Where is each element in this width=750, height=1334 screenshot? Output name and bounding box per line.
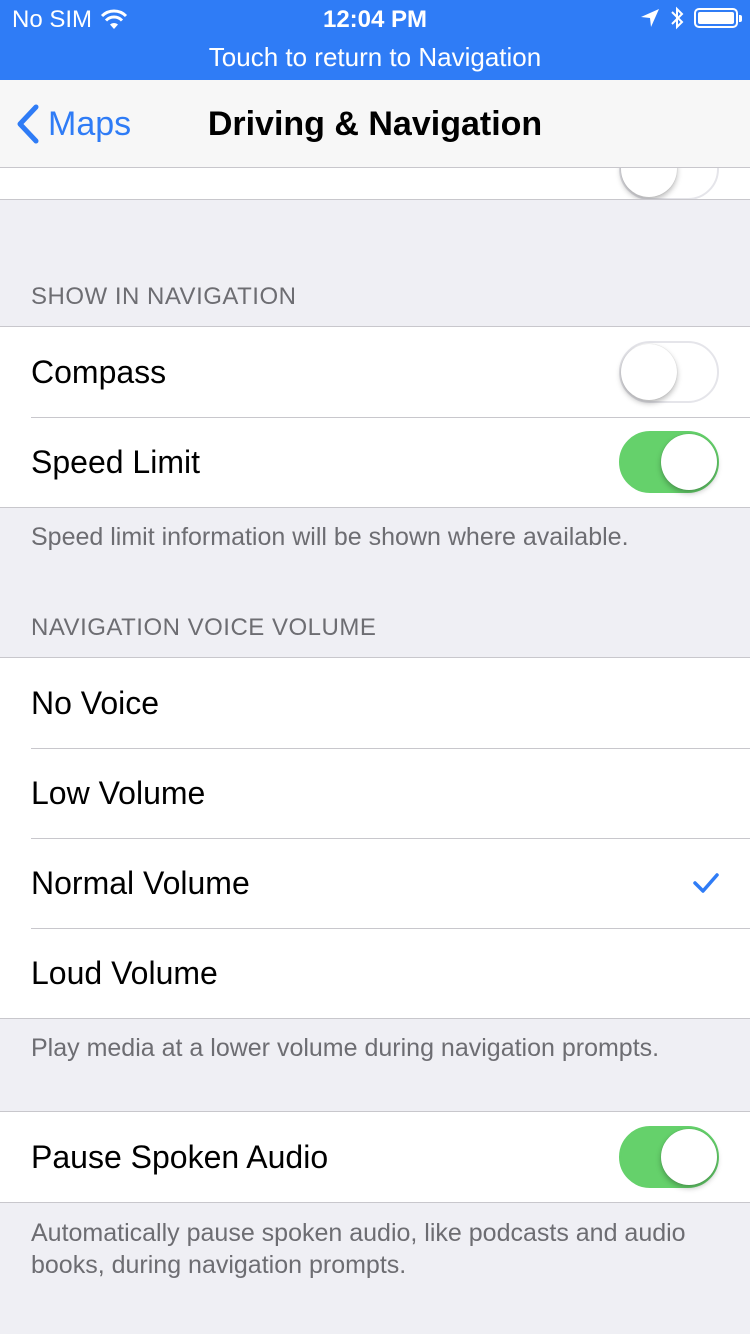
compass-label: Compass [31,353,167,390]
voice-option-loud-volume[interactable]: Loud Volume [0,928,750,1018]
location-arrow-icon [641,9,659,27]
pause-spoken-audio-row: Pause Spoken Audio [0,1112,750,1202]
voice-option-low-volume[interactable]: Low Volume [0,748,750,838]
voice-option-label: Low Volume [31,774,206,811]
checkmark-icon [693,873,719,893]
partial-toggle-switch[interactable] [619,168,719,199]
voice-option-label: No Voice [31,684,160,721]
switch-knob [621,168,677,197]
switch-knob [621,344,677,400]
pause-spoken-audio-group: Pause Spoken Audio [0,1111,750,1203]
switch-knob [661,434,717,490]
show-in-navigation-header: SHOW IN NAVIGATION [31,283,297,310]
pause-spoken-audio-label: Pause Spoken Audio [31,1138,329,1175]
pause-spoken-audio-footer: Automatically pause spoken audio, like p… [31,1219,686,1279]
bluetooth-icon [671,6,684,30]
speed-limit-label: Speed Limit [31,443,200,480]
status-bar[interactable]: No SIM 12:04 PM Touch to return to Navig… [0,0,750,80]
compass-toggle[interactable] [619,341,719,403]
voice-option-no-voice[interactable]: No Voice [0,658,750,748]
voice-volume-group: No Voice Low Volume Normal Volume Loud V… [0,657,750,1019]
compass-row: Compass [0,327,750,417]
speed-limit-row: Speed Limit [0,417,750,507]
status-time: 12:04 PM [322,6,428,33]
voice-option-label: Loud Volume [31,954,218,991]
voice-option-normal-volume[interactable]: Normal Volume [0,838,750,928]
speed-limit-footer: Speed limit information will be shown wh… [31,523,629,551]
switch-knob [661,1129,717,1185]
pause-spoken-audio-toggle[interactable] [619,1126,719,1188]
navigation-bar: Maps Driving & Navigation [0,80,750,168]
partial-row [0,168,750,200]
page-title: Driving & Navigation [207,105,543,143]
voice-option-label: Normal Volume [31,864,250,901]
status-right [640,6,742,30]
speed-limit-toggle[interactable] [619,431,719,493]
navigation-voice-volume-header: NAVIGATION VOICE VOLUME [31,614,377,641]
return-to-navigation-banner[interactable]: Touch to return to Navigation [0,42,750,73]
voice-volume-footer: Play media at a lower volume during navi… [31,1034,660,1062]
show-in-navigation-group: Compass Speed Limit [0,326,750,508]
battery-icon [694,8,742,28]
